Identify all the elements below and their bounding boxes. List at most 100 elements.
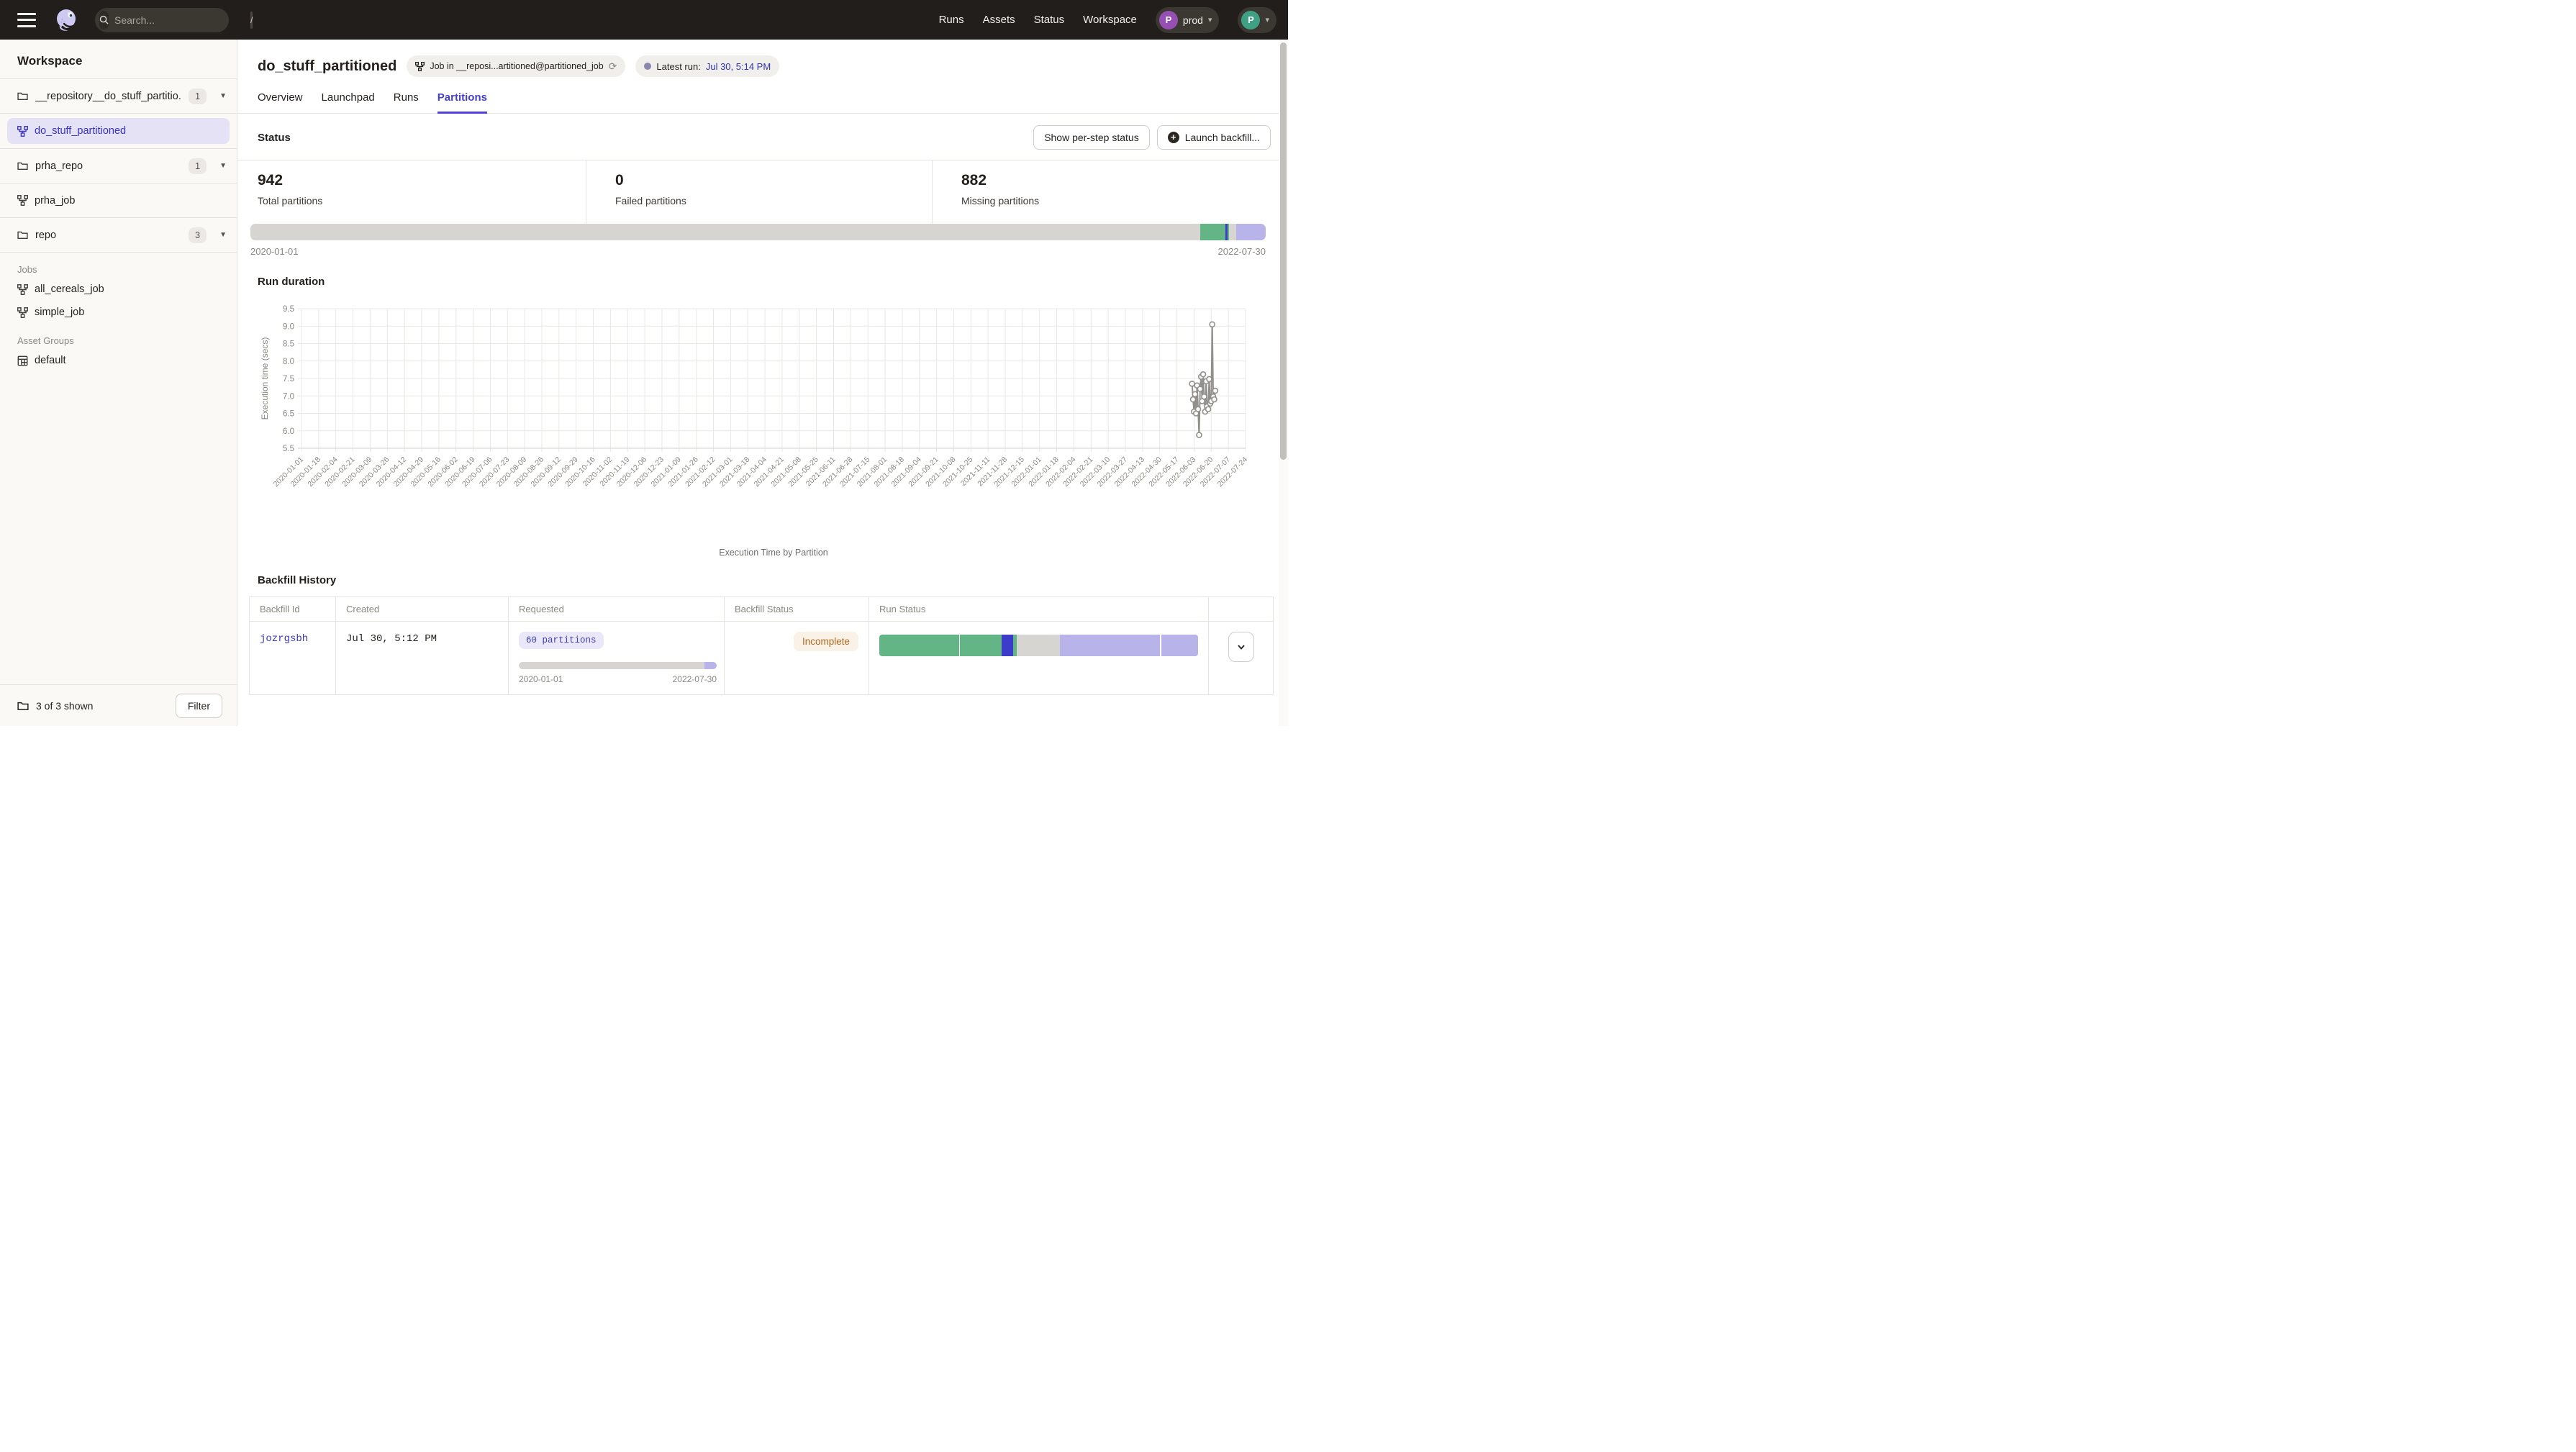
job-origin-label: Job in __reposi...artitioned@partitioned… bbox=[430, 61, 603, 71]
chevron-down-icon: ▾ bbox=[1208, 15, 1212, 24]
latest-run-prefix: Latest run: bbox=[656, 61, 700, 72]
deployment-avatar: P bbox=[1159, 11, 1178, 30]
asset-group-label: default bbox=[35, 355, 66, 366]
chevron-down-icon[interactable]: ▼ bbox=[219, 92, 227, 100]
folder-icon bbox=[17, 160, 28, 171]
search-box[interactable]: / bbox=[95, 8, 229, 32]
repo-count-badge: 1 bbox=[189, 158, 207, 174]
sidebar-item-do-stuff-partitioned[interactable]: do_stuff_partitioned bbox=[7, 118, 230, 144]
job-icon bbox=[17, 126, 28, 137]
column-header-requested: Requested bbox=[509, 597, 725, 622]
column-header-run-status: Run Status bbox=[869, 597, 1209, 622]
chevron-down-icon[interactable]: ▼ bbox=[219, 162, 227, 170]
mini-start-date: 2020-01-01 bbox=[519, 674, 563, 684]
svg-text:6.5: 6.5 bbox=[283, 410, 294, 419]
search-input[interactable] bbox=[109, 14, 250, 26]
top-nav: / Runs Assets Status Workspace P prod ▾ … bbox=[0, 0, 1288, 40]
status-section-title: Status bbox=[258, 132, 291, 144]
job-icon bbox=[17, 195, 28, 206]
scrollbar-thumb[interactable] bbox=[1280, 42, 1287, 460]
asset-groups-section-header: Asset Groups bbox=[0, 324, 237, 349]
svg-text:6.0: 6.0 bbox=[283, 427, 294, 436]
repo-name: prha_repo bbox=[35, 160, 181, 172]
table-row: jozrgsbh Jul 30, 5:12 PM 60 partitions 2… bbox=[250, 622, 1274, 695]
stat-missing-partitions: 882 Missing partitions bbox=[932, 160, 1288, 224]
tab-runs[interactable]: Runs bbox=[394, 91, 419, 113]
job-icon bbox=[415, 62, 425, 71]
svg-text:Execution time (secs): Execution time (secs) bbox=[260, 337, 270, 420]
column-header-backfill-status: Backfill Status bbox=[725, 597, 869, 622]
deployment-switcher[interactable]: P prod ▾ bbox=[1156, 7, 1220, 33]
sidebar-item-simple-job[interactable]: simple_job bbox=[0, 301, 237, 324]
run-status-bar[interactable] bbox=[879, 635, 1198, 656]
tab-launchpad[interactable]: Launchpad bbox=[322, 91, 375, 113]
svg-text:5.5: 5.5 bbox=[283, 445, 294, 453]
stat-value: 0 bbox=[615, 172, 932, 189]
main-content: do_stuff_partitioned Job in __reposi...a… bbox=[237, 40, 1288, 726]
sidebar-footer: 3 of 3 shown Filter bbox=[0, 684, 237, 726]
show-per-step-status-button[interactable]: Show per-step status bbox=[1033, 125, 1150, 150]
stat-value: 942 bbox=[258, 172, 586, 189]
nav-link-workspace[interactable]: Workspace bbox=[1083, 14, 1137, 26]
svg-text:8.5: 8.5 bbox=[283, 340, 294, 349]
plus-icon: + bbox=[1168, 132, 1179, 143]
mini-end-date: 2022-07-30 bbox=[673, 674, 717, 684]
jobs-section-header: Jobs bbox=[0, 253, 237, 278]
nav-link-status[interactable]: Status bbox=[1034, 14, 1065, 26]
svg-text:7.0: 7.0 bbox=[283, 392, 294, 401]
chevron-down-icon[interactable]: ▼ bbox=[219, 231, 227, 239]
asset-group-icon bbox=[17, 355, 28, 366]
job-icon bbox=[17, 307, 28, 318]
scrollbar[interactable] bbox=[1279, 40, 1288, 726]
bar-start-date: 2020-01-01 bbox=[250, 246, 299, 257]
sidebar-repo-row[interactable]: prha_repo 1 ▼ bbox=[0, 149, 237, 183]
nav-link-assets[interactable]: Assets bbox=[983, 14, 1015, 26]
nav-link-runs[interactable]: Runs bbox=[939, 14, 964, 26]
backfill-history-title: Backfill History bbox=[237, 560, 1288, 596]
search-shortcut-key: / bbox=[250, 12, 253, 29]
expand-row-button[interactable] bbox=[1228, 632, 1254, 662]
bar-end-date: 2022-07-30 bbox=[1218, 246, 1266, 257]
hamburger-menu-icon[interactable] bbox=[17, 13, 36, 27]
partition-status-bar[interactable] bbox=[250, 224, 1266, 240]
sidebar-title: Workspace bbox=[0, 40, 237, 78]
folder-icon bbox=[17, 91, 28, 101]
sidebar-item-prha-job[interactable]: prha_job bbox=[0, 183, 237, 218]
svg-text:8.0: 8.0 bbox=[283, 358, 294, 366]
sidebar-item-default-asset-group[interactable]: default bbox=[0, 349, 237, 372]
column-header-created: Created bbox=[336, 597, 509, 622]
stat-label: Failed partitions bbox=[615, 195, 932, 207]
sidebar-repo-row[interactable]: __repository__do_stuff_partitio... 1 ▼ bbox=[0, 79, 237, 114]
stat-value: 882 bbox=[961, 172, 1288, 189]
stat-total-partitions: 942 Total partitions bbox=[237, 160, 586, 224]
launch-backfill-button[interactable]: + Launch backfill... bbox=[1157, 125, 1271, 150]
shown-count-label: 3 of 3 shown bbox=[36, 700, 93, 712]
sidebar-repo-row[interactable]: repo 3 ▼ bbox=[0, 218, 237, 253]
job-origin-pill[interactable]: Job in __reposi...artitioned@partitioned… bbox=[407, 55, 625, 77]
folder-icon bbox=[17, 700, 29, 712]
backfill-id-link[interactable]: jozrgsbh bbox=[260, 633, 308, 645]
job-label: all_cereals_job bbox=[35, 283, 104, 295]
repo-name: repo bbox=[35, 230, 181, 241]
search-icon bbox=[99, 11, 109, 30]
workspace-sidebar: Workspace __repository__do_stuff_partiti… bbox=[0, 40, 237, 726]
job-label: prha_job bbox=[35, 195, 75, 207]
repo-name: __repository__do_stuff_partitio... bbox=[35, 91, 181, 102]
requested-partitions-chip[interactable]: 60 partitions bbox=[519, 632, 604, 649]
column-header-backfill-id: Backfill Id bbox=[250, 597, 336, 622]
sidebar-item-all-cereals-job[interactable]: all_cereals_job bbox=[0, 278, 237, 301]
dagster-logo-icon[interactable] bbox=[52, 6, 81, 35]
job-icon bbox=[17, 284, 28, 295]
filter-button[interactable]: Filter bbox=[176, 694, 222, 718]
tab-overview[interactable]: Overview bbox=[258, 91, 303, 113]
created-timestamp: Jul 30, 5:12 PM bbox=[346, 633, 437, 645]
stat-label: Missing partitions bbox=[961, 195, 1288, 207]
repo-count-badge: 3 bbox=[189, 227, 207, 243]
user-menu[interactable]: P ▾ bbox=[1238, 7, 1276, 33]
latest-run-link[interactable]: Jul 30, 5:14 PM bbox=[706, 61, 771, 72]
run-status-dot bbox=[644, 63, 651, 70]
reload-icon[interactable]: ⟳ bbox=[609, 60, 617, 73]
chevron-down-icon: ▾ bbox=[1265, 15, 1269, 24]
tab-partitions[interactable]: Partitions bbox=[437, 91, 487, 113]
table-header-row: Backfill Id Created Requested Backfill S… bbox=[250, 597, 1274, 622]
